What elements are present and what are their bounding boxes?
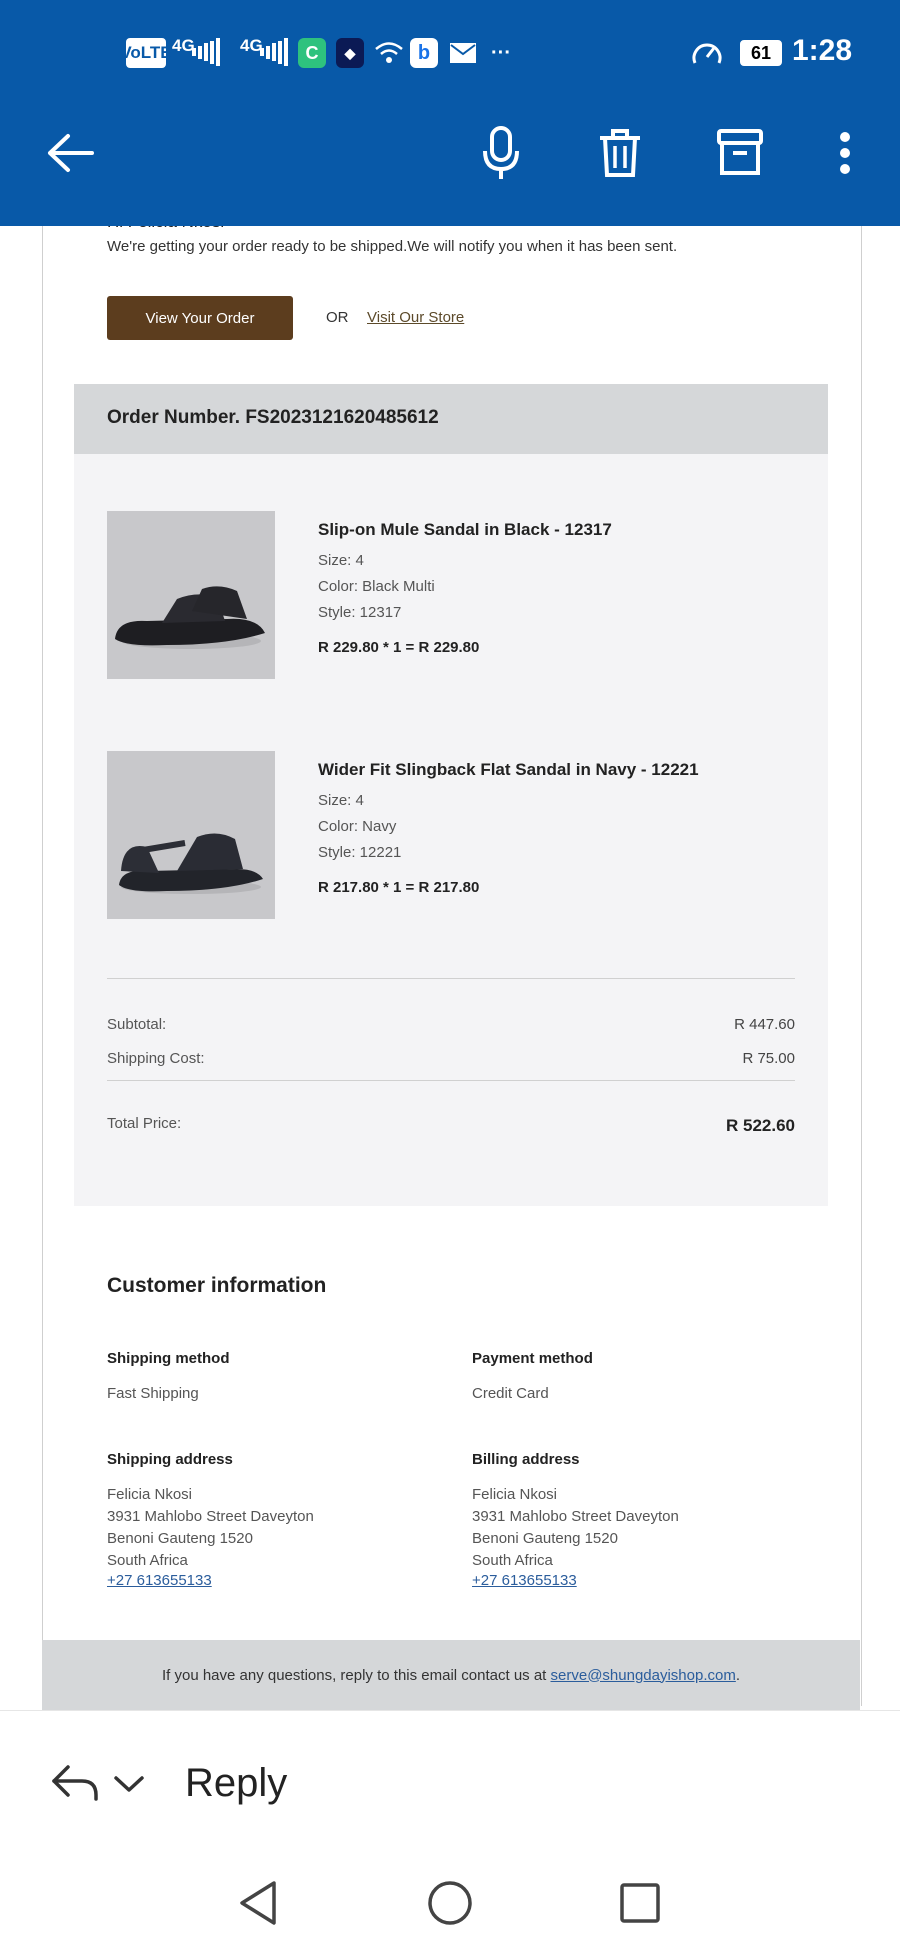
- support-email-link[interactable]: serve@shungdayishop.com: [551, 1667, 736, 1684]
- archive-button[interactable]: [705, 118, 775, 188]
- address-name: Felicia Nkosi: [107, 1486, 193, 1503]
- product-image[interactable]: [107, 751, 275, 919]
- view-order-button[interactable]: View Your Order: [107, 296, 293, 340]
- product-color: Color: Black Multi: [318, 578, 435, 595]
- customer-info-title: Customer information: [107, 1274, 327, 1297]
- circle-home-icon: [428, 1881, 472, 1925]
- reply-bar: Reply: [0, 1710, 900, 1846]
- chevron-down-icon: [114, 1776, 144, 1792]
- shipping-address: Felicia Nkosi 3931 Mahlobo Street Daveyt…: [107, 1484, 314, 1572]
- address-city: Benoni Gauteng 1520: [472, 1530, 618, 1547]
- shipping-method-value: Fast Shipping: [107, 1385, 199, 1402]
- product-style: Style: 12221: [318, 844, 402, 861]
- status-time: 1:28: [792, 34, 853, 67]
- product-title[interactable]: Slip-on Mule Sandal in Black - 12317: [318, 520, 612, 540]
- status-bar: VoLTE 4G 4G C ◆ b ··· 61 1:28: [0, 0, 900, 100]
- subtotal-label: Subtotal:: [107, 1016, 167, 1033]
- nav-home-button[interactable]: [422, 1875, 478, 1931]
- order-number: Order Number. FS2023121620485612: [107, 407, 439, 428]
- footer-end: .: [735, 1666, 741, 1684]
- mail-notification-icon: [448, 38, 478, 68]
- trash-icon: [600, 129, 640, 177]
- nav-back-button[interactable]: [230, 1875, 286, 1931]
- more-notifications-icon: ···: [491, 41, 511, 64]
- volte-indicator: VoLTE: [120, 38, 172, 68]
- shipping-address-label: Shipping address: [107, 1451, 233, 1468]
- billing-address: Felicia Nkosi 3931 Mahlobo Street Daveyt…: [472, 1484, 679, 1572]
- billing-address-label: Billing address: [472, 1451, 580, 1468]
- address-country: South Africa: [107, 1552, 188, 1569]
- ready-message: We're getting your order ready to be shi…: [107, 238, 678, 255]
- address-name: Felicia Nkosi: [472, 1486, 558, 1503]
- reply-options-button[interactable]: [112, 1769, 146, 1799]
- more-vert-icon: [840, 132, 850, 174]
- email-footer: If you have any questions, reply to this…: [42, 1640, 860, 1710]
- signal-icon-2: [260, 38, 288, 66]
- back-arrow-icon: [48, 134, 94, 172]
- address-street: 3931 Mahlobo Street Daveyton: [472, 1508, 679, 1525]
- footer-text: If you have any questions, reply to this…: [161, 1666, 547, 1684]
- product-size: Size: 4: [318, 552, 364, 569]
- more-options-button[interactable]: [810, 118, 880, 188]
- app-header: VoLTE 4G 4G C ◆ b ··· 61 1:28: [0, 0, 900, 226]
- triangle-back-icon: [240, 1881, 276, 1925]
- order-header: Order Number. FS2023121620485612: [74, 384, 828, 454]
- summary-divider: [107, 978, 795, 979]
- subtotal-value: R 447.60: [734, 1016, 795, 1033]
- battery-indicator: 61: [740, 40, 782, 66]
- product-size: Size: 4: [318, 792, 364, 809]
- nav-recents-button[interactable]: [612, 1875, 668, 1931]
- order-items-panel: Slip-on Mule Sandal in Black - 12317 Siz…: [74, 454, 828, 1206]
- product-style: Style: 12317: [318, 604, 402, 621]
- address-city: Benoni Gauteng 1520: [107, 1530, 253, 1547]
- total-divider: [107, 1080, 795, 1081]
- product-price: R 229.80 * 1 = R 229.80: [318, 639, 480, 656]
- signal-icon: [192, 38, 220, 66]
- shipping-method-label: Shipping method: [107, 1350, 230, 1367]
- shipping-phone-link[interactable]: +27 613655133: [107, 1572, 212, 1589]
- back-button[interactable]: [36, 118, 106, 188]
- or-separator: OR: [326, 309, 349, 326]
- reply-label[interactable]: Reply: [185, 1761, 287, 1806]
- voice-button[interactable]: [466, 118, 536, 188]
- reply-button[interactable]: [50, 1763, 100, 1803]
- product-image[interactable]: [107, 511, 275, 679]
- speed-gauge-icon: [690, 38, 724, 68]
- billing-phone-link[interactable]: +27 613655133: [472, 1572, 577, 1589]
- payment-method-value: Credit Card: [472, 1385, 549, 1402]
- wifi-icon: [372, 38, 406, 68]
- shipping-cost-value: R 75.00: [742, 1050, 795, 1067]
- bing-icon: b: [410, 38, 438, 68]
- reply-arrow-icon: [52, 1765, 98, 1801]
- address-street: 3931 Mahlobo Street Daveyton: [107, 1508, 314, 1525]
- microphone-icon: [483, 126, 519, 179]
- payment-method-label: Payment method: [472, 1350, 593, 1367]
- product-price: R 217.80 * 1 = R 217.80: [318, 879, 480, 896]
- address-country: South Africa: [472, 1552, 553, 1569]
- app-notification-icon: C: [298, 38, 326, 68]
- total-price-label: Total Price:: [107, 1115, 182, 1132]
- square-recents-icon: [620, 1883, 660, 1923]
- total-price-value: R 522.60: [726, 1116, 795, 1135]
- delete-button[interactable]: [585, 118, 655, 188]
- app-notification-icon-2: ◆: [336, 38, 364, 68]
- system-nav-bar: [0, 1845, 900, 1950]
- product-color: Color: Navy: [318, 818, 397, 835]
- product-title[interactable]: Wider Fit Slingback Flat Sandal in Navy …: [318, 760, 699, 780]
- archive-icon: [717, 129, 763, 175]
- visit-store-link[interactable]: Visit Our Store: [367, 309, 464, 326]
- shipping-cost-label: Shipping Cost:: [107, 1050, 205, 1067]
